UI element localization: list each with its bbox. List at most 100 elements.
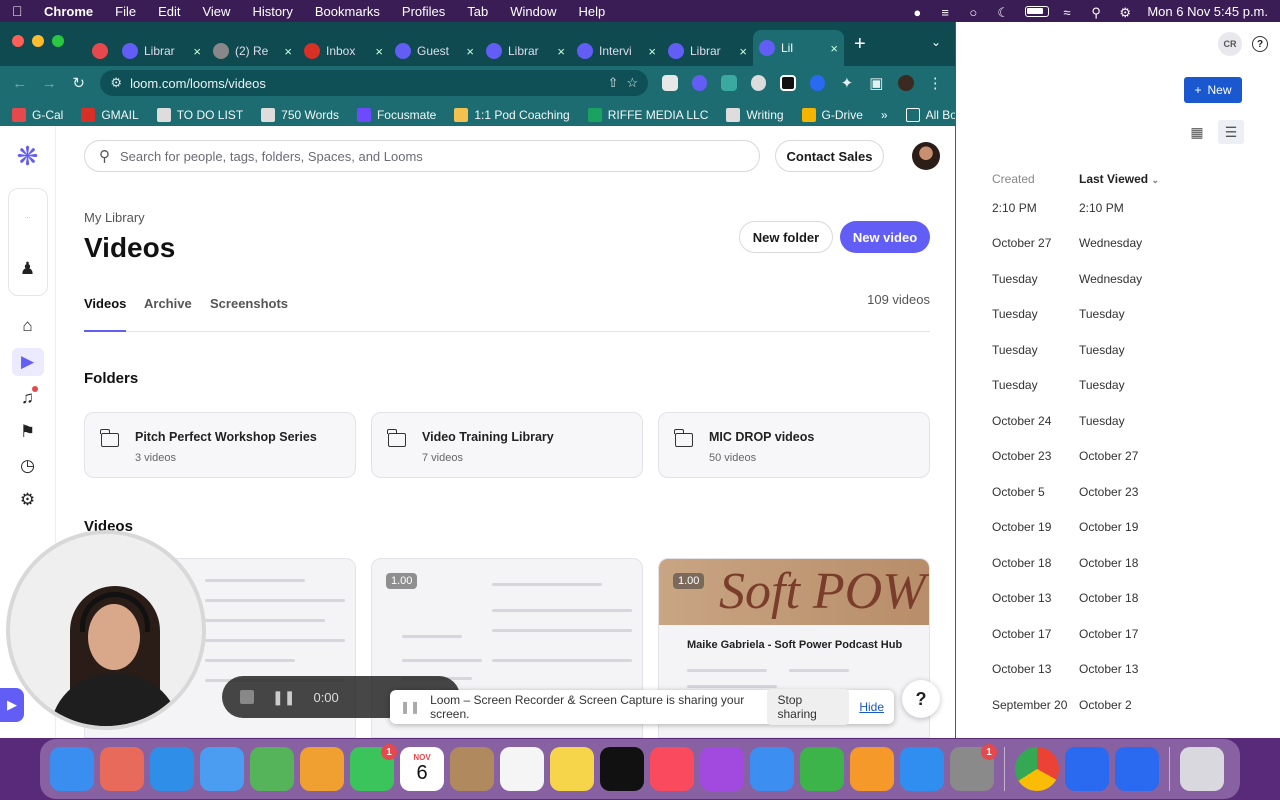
forward-button[interactable]: → <box>41 75 57 92</box>
table-row[interactable]: October 13 October 13 <box>992 652 1199 688</box>
pause-button[interactable]: ❚❚ <box>272 689 295 706</box>
browser-tab[interactable]: (2) Re × <box>207 36 298 66</box>
browser-tab[interactable]: Librar × <box>480 36 571 66</box>
minimize-window-button[interactable] <box>32 35 44 47</box>
menu-tab[interactable]: Tab <box>467 4 488 19</box>
new-video-button[interactable]: New video <box>840 221 930 253</box>
chrome-menu-icon[interactable]: ⋮ <box>928 74 943 92</box>
bookmark-item[interactable]: 1:1 Pod Coaching <box>454 107 570 122</box>
all-bookmarks-button[interactable]: All Bookmarks <box>905 107 955 122</box>
launchpad-icon[interactable] <box>100 747 144 791</box>
bookmark-item[interactable]: Writing <box>726 107 784 122</box>
music-icon[interactable] <box>650 747 694 791</box>
contacts-icon[interactable] <box>450 747 494 791</box>
maps-icon[interactable] <box>250 747 294 791</box>
table-row[interactable]: Tuesday Tuesday <box>992 297 1199 333</box>
numbers-icon[interactable] <box>800 747 844 791</box>
settings-gear-icon[interactable]: ⚙ <box>16 488 40 512</box>
close-tab-icon[interactable]: × <box>648 44 656 59</box>
search-input[interactable]: ⚲ Search for people, tags, folders, Spac… <box>84 140 760 172</box>
pages-icon[interactable] <box>850 747 894 791</box>
profile-avatar[interactable] <box>898 75 914 91</box>
close-tab-icon[interactable]: × <box>830 41 838 56</box>
menu-help[interactable]: Help <box>579 4 606 19</box>
menu-history[interactable]: History <box>252 4 292 19</box>
menu-file[interactable]: File <box>115 4 136 19</box>
hide-sharing-bar-link[interactable]: Hide <box>859 700 884 714</box>
side-panel-icon[interactable]: ▣ <box>869 74 884 92</box>
table-row[interactable]: October 18 October 18 <box>992 545 1199 581</box>
extension-icon[interactable] <box>780 75 796 91</box>
browser-tab[interactable]: Librar × <box>116 36 207 66</box>
bookmarks-overflow-icon[interactable]: » <box>881 108 888 122</box>
user-avatar[interactable]: CR <box>1218 32 1242 56</box>
menu-profiles[interactable]: Profiles <box>402 4 445 19</box>
docs-a-icon[interactable] <box>1065 747 1109 791</box>
table-row[interactable]: October 23 October 27 <box>992 439 1199 475</box>
close-tab-icon[interactable]: × <box>375 44 383 59</box>
browser-tab[interactable] <box>86 36 116 66</box>
apple-icon[interactable]:  <box>12 3 26 19</box>
wifi-icon[interactable]: ≈ <box>1063 5 1077 20</box>
camera-bubble[interactable] <box>6 530 206 730</box>
address-bar[interactable]: ⚙ loom.com/looms/videos ⇧ ☆ <box>100 70 649 96</box>
control-center-icon[interactable]: ⚙ <box>1119 5 1133 20</box>
loom-logo-icon[interactable]: ❋ <box>14 142 42 170</box>
browser-tab[interactable]: Guest × <box>389 36 480 66</box>
library-icon[interactable]: ▶ <box>11 348 44 376</box>
site-info-icon[interactable]: ⚙ <box>110 75 122 91</box>
notes-icon[interactable] <box>550 747 594 791</box>
workspace-switcher[interactable]: … ♟ <box>7 188 48 296</box>
table-row[interactable]: October 13 October 18 <box>992 581 1199 617</box>
grid-view-icon[interactable]: ▦ <box>1184 120 1210 144</box>
focus-icon[interactable]: ○ <box>969 5 983 20</box>
menu-app-name[interactable]: Chrome <box>44 4 93 19</box>
text-icon[interactable]: ≡ <box>941 5 955 20</box>
help-icon[interactable]: ? <box>1252 36 1268 52</box>
app-store-icon[interactable] <box>900 747 944 791</box>
battery-icon[interactable] <box>1025 5 1050 17</box>
menu-edit[interactable]: Edit <box>158 4 180 19</box>
safari-icon[interactable] <box>150 747 194 791</box>
folder-card[interactable]: Video Training Library 7 videos <box>371 412 643 478</box>
table-row[interactable]: October 17 October 17 <box>992 616 1199 652</box>
column-created[interactable]: Created <box>992 172 1079 186</box>
tab-videos[interactable]: Videos <box>84 296 127 332</box>
keynote-icon[interactable] <box>750 747 794 791</box>
podcasts-icon[interactable] <box>700 747 744 791</box>
system-settings-icon[interactable]: 1 <box>950 744 997 791</box>
loom-extension-icon[interactable] <box>691 75 708 91</box>
mail-icon[interactable] <box>200 747 244 791</box>
facetime-icon[interactable]: 1 <box>350 744 397 791</box>
table-row[interactable]: October 27 Wednesday <box>992 226 1199 262</box>
reminders-icon[interactable] <box>500 747 544 791</box>
bookmark-item[interactable]: 750 Words <box>261 107 339 122</box>
table-row[interactable]: September 20 October 2 <box>992 687 1199 723</box>
browser-tab[interactable]: Intervi × <box>571 36 662 66</box>
calendar-icon[interactable]: NOV 6 <box>400 747 444 791</box>
breadcrumb[interactable]: My Library <box>84 210 145 225</box>
extension-icon[interactable] <box>750 75 767 91</box>
extension-icon[interactable] <box>721 75 737 91</box>
stop-sharing-button[interactable]: Stop sharing <box>767 689 850 725</box>
folder-card[interactable]: MIC DROP videos 50 videos <box>658 412 930 478</box>
extensions-puzzle-icon[interactable]: ✦ <box>839 74 854 92</box>
chrome-icon[interactable] <box>1015 747 1059 791</box>
new-button[interactable]: + New <box>1184 77 1242 103</box>
new-tab-button[interactable]: + <box>854 33 866 56</box>
table-row[interactable]: Tuesday Tuesday <box>992 368 1199 404</box>
browser-tab[interactable]: Inbox × <box>298 36 389 66</box>
new-folder-button[interactable]: New folder <box>739 221 833 253</box>
close-tab-icon[interactable]: × <box>466 44 474 59</box>
share-icon[interactable]: ⇧ <box>608 75 619 91</box>
tab-archive[interactable]: Archive <box>144 296 192 332</box>
url-text[interactable]: loom.com/looms/videos <box>130 76 600 91</box>
workspace-logo[interactable]: … <box>15 203 41 229</box>
home-icon[interactable]: ⌂ <box>16 314 40 338</box>
menubar-datetime[interactable]: Mon 6 Nov 5:45 p.m. <box>1147 4 1268 19</box>
zoom-window-button[interactable] <box>52 35 64 47</box>
close-tab-icon[interactable]: × <box>193 44 201 59</box>
tv-icon[interactable] <box>600 747 644 791</box>
browser-tab[interactable]: Lil × <box>753 30 844 66</box>
back-button[interactable]: ← <box>12 75 27 92</box>
